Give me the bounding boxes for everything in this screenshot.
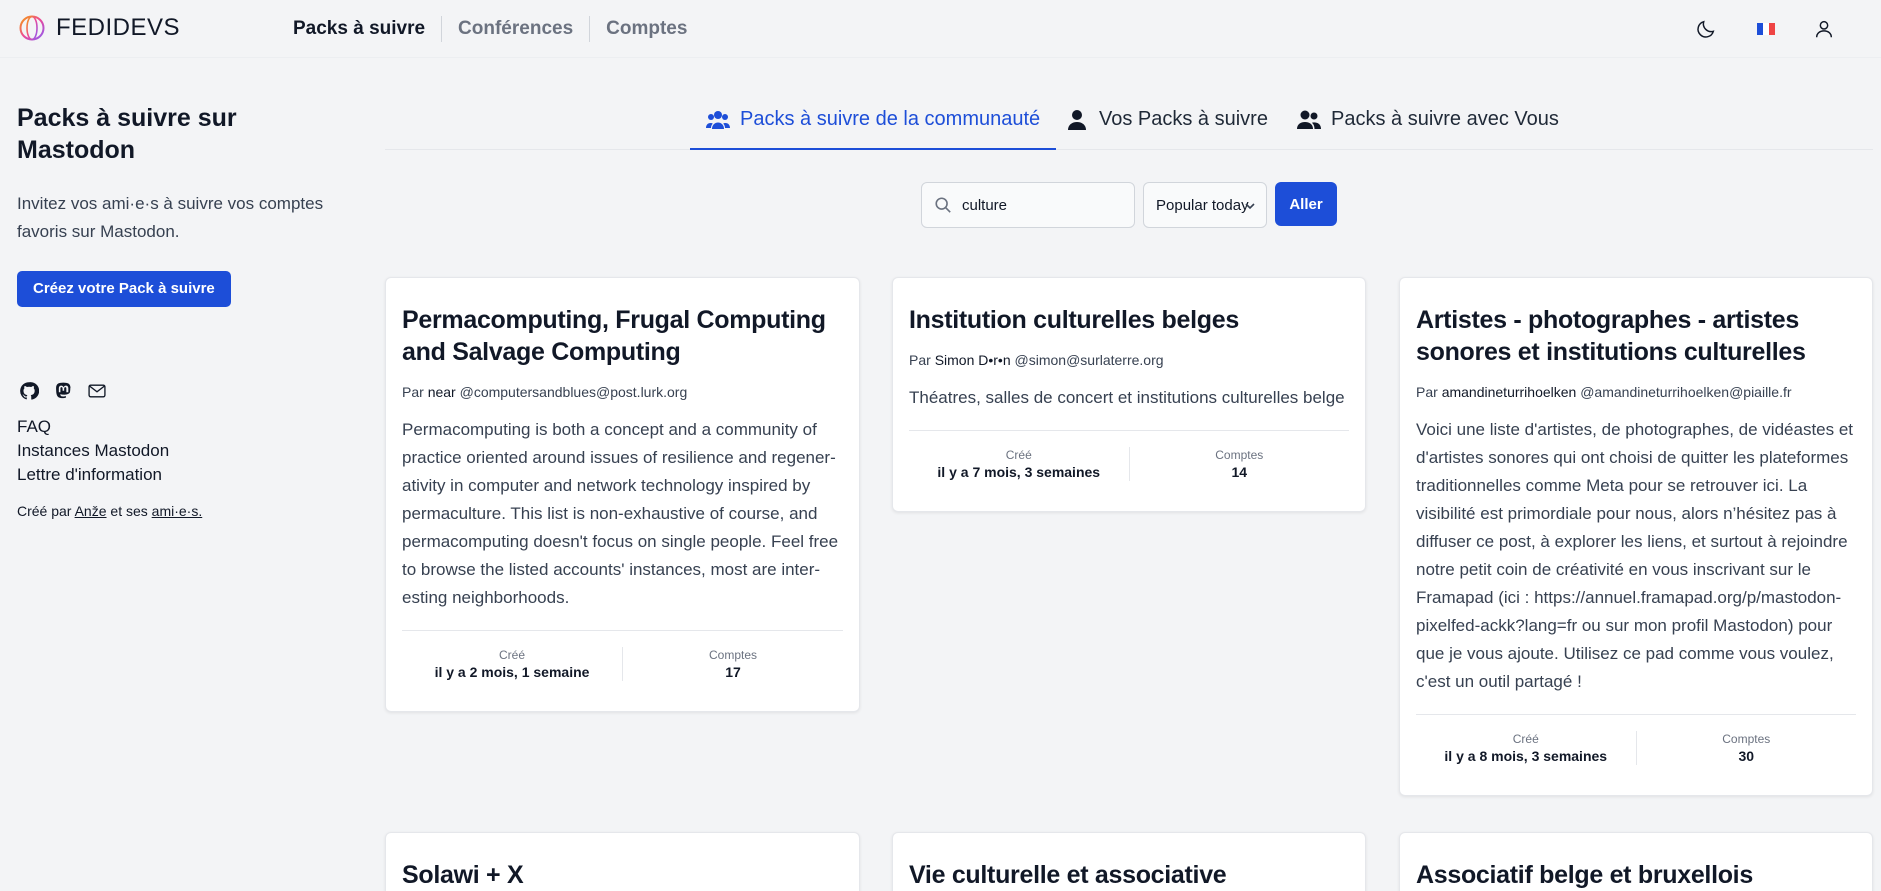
nav-link-conferences[interactable]: Conférences xyxy=(442,16,589,42)
email-icon[interactable] xyxy=(85,379,109,403)
pack-card[interactable]: Institution culturelles belges Par Simon… xyxy=(892,277,1366,512)
pack-tabs: Packs à suivre de la communauté Vos Pack… xyxy=(385,100,1873,150)
card-author: Par near @computersandblues@post.lurk.or… xyxy=(402,384,843,400)
card-stats: Créé il y a 2 mois, 1 semaine Comptes 17 xyxy=(402,630,843,711)
card-author-name[interactable]: near xyxy=(428,384,456,400)
credits-friends-link[interactable]: ami·e·s. xyxy=(152,503,203,519)
pack-card[interactable]: Vie culturelle et associative xyxy=(892,832,1366,891)
nav-link-packs[interactable]: Packs à suivre xyxy=(293,16,441,42)
mastodon-icon[interactable] xyxy=(51,379,75,403)
card-author-handle[interactable]: @simon@surlaterre.org xyxy=(1015,352,1164,368)
stat-label: Comptes xyxy=(708,648,758,662)
stat-label: Créé xyxy=(1005,448,1032,462)
go-button[interactable]: Aller xyxy=(1275,182,1337,226)
card-author: Par amandineturrihoelken @amandineturrih… xyxy=(1416,384,1856,400)
card-author: Par Simon D•r•n @simon@surlaterre.org xyxy=(909,352,1349,368)
pack-card[interactable]: Associatif belge et bruxellois xyxy=(1399,832,1873,891)
card-title[interactable]: Solawi + X xyxy=(402,859,843,891)
card-description: Voici une liste d'artistes, de photograp… xyxy=(1416,420,1854,691)
card-title[interactable]: Permacomputing, Frugal Computing and Sal… xyxy=(402,304,843,368)
stat-created: Créé il y a 8 mois, 3 semaines xyxy=(1416,731,1636,765)
dark-mode-moon-icon[interactable] xyxy=(1693,16,1719,42)
stat-created: Créé il y a 7 mois, 3 semaines xyxy=(909,447,1129,481)
tab-label: Vos Packs à suivre xyxy=(1099,108,1268,130)
credits-prefix: Créé par xyxy=(17,503,75,519)
card-stats: Créé il y a 7 mois, 3 semaines Comptes 1… xyxy=(909,430,1349,511)
sidebar-title: Packs à suivre sur Mastodon xyxy=(17,104,237,164)
search-input[interactable] xyxy=(962,196,1122,214)
sidebar-description: Invitez vos ami·e·s à suivre vos comptes… xyxy=(17,194,324,241)
stat-label: Créé xyxy=(1512,732,1539,746)
brand-name: FEDIDEVS xyxy=(56,14,181,41)
tab-label: Packs à suivre avec Vous xyxy=(1331,108,1559,130)
stat-value: il y a 8 mois, 3 semaines xyxy=(1444,748,1608,764)
search-field[interactable] xyxy=(921,182,1135,228)
user-account-icon[interactable] xyxy=(1811,16,1837,42)
card-stats: Créé il y a 8 mois, 3 semaines Comptes 3… xyxy=(1416,714,1856,795)
stat-accounts: Comptes 14 xyxy=(1128,447,1350,481)
top-navbar: FEDIDEVS Packs à suivre Conférences Comp… xyxy=(0,0,1881,58)
nav-link-accounts[interactable]: Comptes xyxy=(590,16,703,42)
sort-selected-value: Popular today xyxy=(1156,196,1249,214)
card-title[interactable]: Vie culturelle et associative xyxy=(909,859,1349,891)
credits-author-link[interactable]: Anže xyxy=(75,503,107,519)
stat-value: 30 xyxy=(1738,748,1755,764)
card-title[interactable]: Institution culturelles belges xyxy=(909,304,1349,336)
tab-your-packs[interactable]: Vos Packs à suivre xyxy=(1065,100,1268,150)
language-flag-fr-icon[interactable] xyxy=(1753,16,1779,42)
pack-card[interactable]: Artistes - photographes - artistes sonor… xyxy=(1399,277,1873,796)
card-description: Théatres, salles de concert et instituti… xyxy=(909,388,1345,407)
stat-accounts: Comptes 17 xyxy=(622,647,843,681)
card-description: Permacomputing is both a concept and a c… xyxy=(402,420,839,607)
link-newsletter[interactable]: Lettre d'information xyxy=(17,463,169,487)
stat-value: 17 xyxy=(725,664,741,680)
tab-community-packs[interactable]: Packs à suivre de la communauté xyxy=(690,100,1057,150)
fediverse-logo-icon xyxy=(18,14,46,42)
stat-accounts: Comptes 30 xyxy=(1635,731,1857,765)
card-author-prefix: Par xyxy=(909,352,931,368)
tab-label: Packs à suivre de la communauté xyxy=(740,108,1041,130)
card-author-prefix: Par xyxy=(402,384,424,400)
stat-created: Créé il y a 2 mois, 1 semaine xyxy=(402,647,622,681)
user-group-icon xyxy=(1297,108,1321,132)
stat-label: Comptes xyxy=(1722,732,1771,746)
card-author-name[interactable]: amandineturrihoelken xyxy=(1442,384,1577,400)
card-author-handle[interactable]: @amandineturrihoelken@piaille.fr xyxy=(1580,384,1791,400)
sidebar: Packs à suivre sur Mastodon Invitez vos … xyxy=(17,102,337,519)
tab-packs-with-you[interactable]: Packs à suivre avec Vous xyxy=(1297,100,1559,150)
sidebar-links: FAQ Instances Mastodon Lettre d'informat… xyxy=(17,415,169,487)
social-links xyxy=(17,379,109,403)
chevron-down-icon xyxy=(1244,200,1256,212)
github-icon[interactable] xyxy=(17,379,41,403)
pack-card[interactable]: Solawi + X xyxy=(385,832,860,891)
link-mastodon-instances[interactable]: Instances Mastodon xyxy=(17,439,169,463)
main-nav: Packs à suivre Conférences Comptes xyxy=(293,0,703,58)
stat-label: Comptes xyxy=(1215,448,1264,462)
card-title[interactable]: Associatif belge et bruxellois xyxy=(1416,859,1856,891)
credits-middle: et ses xyxy=(106,503,152,519)
link-faq[interactable]: FAQ xyxy=(17,415,169,439)
credits: Créé par Anže et ses ami·e·s. xyxy=(17,503,202,519)
brand[interactable]: FEDIDEVS xyxy=(18,14,180,42)
stat-value: il y a 7 mois, 3 semaines xyxy=(937,464,1101,480)
pack-card[interactable]: Permacomputing, Frugal Computing and Sal… xyxy=(385,277,860,712)
users-icon xyxy=(706,108,730,132)
card-title[interactable]: Artistes - photographes - artistes sonor… xyxy=(1416,304,1856,368)
user-icon xyxy=(1065,108,1089,132)
stat-label: Créé xyxy=(498,648,525,662)
card-author-name[interactable]: Simon D•r•n xyxy=(935,352,1011,368)
card-author-prefix: Par xyxy=(1416,384,1438,400)
stat-value: 14 xyxy=(1231,464,1248,480)
create-pack-button[interactable]: Créez votre Pack à suivre xyxy=(17,271,231,307)
search-icon xyxy=(934,196,952,214)
card-author-handle[interactable]: @computersandblues@post.lurk.org xyxy=(460,384,688,400)
sort-select[interactable]: Popular today xyxy=(1143,182,1267,228)
stat-value: il y a 2 mois, 1 semaine xyxy=(434,664,590,680)
